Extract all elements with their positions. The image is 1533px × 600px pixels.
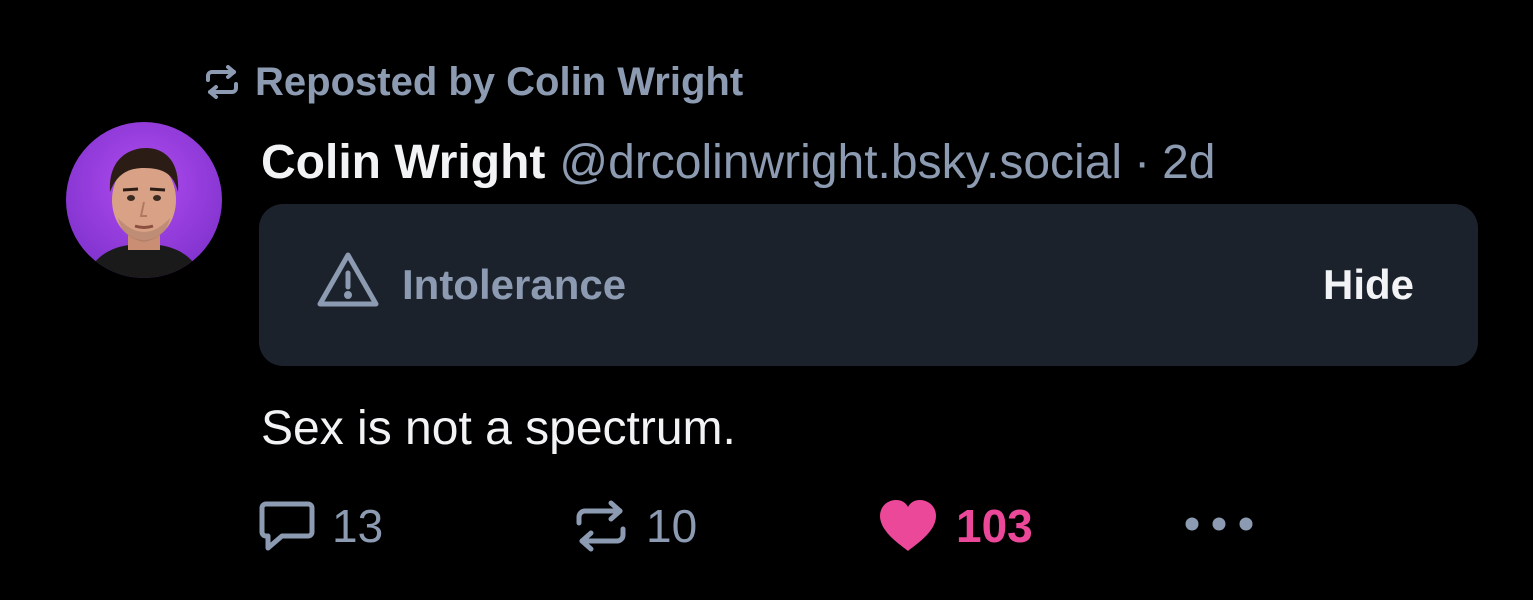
repost-icon — [203, 65, 241, 99]
avatar[interactable] — [66, 122, 222, 278]
repost-label: Reposted by Colin Wright — [255, 59, 744, 104]
content-warning: Intolerance Hide — [259, 204, 1478, 366]
author-handle[interactable]: @drcolinwright.bsky.social — [559, 135, 1122, 190]
repost-count: 10 — [646, 500, 698, 552]
repost-action-icon — [572, 500, 630, 552]
reply-button[interactable]: 13 — [258, 494, 383, 558]
repost-indicator[interactable]: Reposted by Colin Wright — [203, 58, 743, 106]
post-timestamp[interactable]: 2d — [1162, 135, 1215, 190]
like-button[interactable]: 103 — [876, 494, 1033, 558]
content-warning-label-group: Intolerance — [316, 252, 626, 318]
like-count: 103 — [956, 500, 1033, 552]
reply-icon — [258, 500, 316, 552]
hide-button[interactable]: Hide — [1323, 252, 1414, 318]
post-text: Sex is not a spectrum. — [261, 401, 736, 455]
header-separator: · — [1134, 135, 1151, 189]
post-header: Colin Wright @drcolinwright.bsky.social … — [261, 132, 1215, 192]
reply-count: 13 — [332, 500, 384, 552]
author-name[interactable]: Colin Wright — [261, 135, 545, 190]
more-options-button[interactable] — [1184, 506, 1254, 546]
warning-icon — [316, 251, 380, 319]
repost-button[interactable]: 10 — [572, 494, 697, 558]
more-icon — [1184, 516, 1254, 537]
heart-icon — [876, 497, 940, 555]
content-warning-label: Intolerance — [402, 261, 627, 308]
